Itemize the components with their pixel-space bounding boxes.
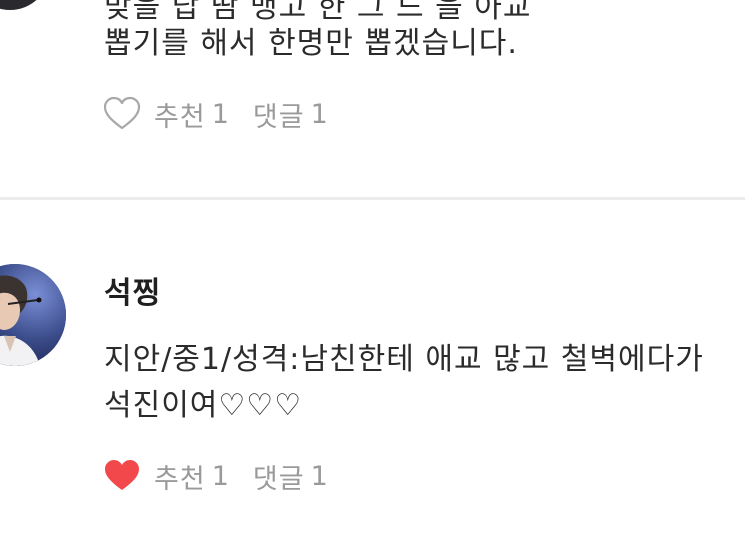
comment-list: 맞을 답 땀 맹고 한 그 드 을 아교 뽑기를 해서 한명만 뽑겠습니다. 추… [0,0,745,558]
like-count: 1 [211,98,229,130]
comment-actions: 추천 1 댓글 1 [102,456,352,496]
reply-label[interactable]: 댓글 [253,95,305,134]
comment-text-line-1: 지안/중1/성격:남친한테 애교 많고 철벽에다가 [104,342,704,377]
comment-text: 뽑기를 해서 한명만 뽑겠습니다. [104,26,518,61]
username[interactable]: 석찡 [104,268,161,312]
reply-count: 1 [310,98,328,130]
like-label[interactable]: 추천 [154,95,206,134]
reply-label[interactable]: 댓글 [253,457,305,496]
divider [0,197,745,200]
like-label[interactable]: 추천 [154,457,206,496]
comment-text-line-2: 석진이여♡♡♡ [104,388,303,423]
heart-outline-icon [103,96,141,130]
like-button[interactable] [102,94,142,134]
previous-comment: 맞을 답 땀 맹고 한 그 드 을 아교 뽑기를 해서 한명만 뽑겠습니다. 추… [0,0,745,197]
profile-photo [0,264,66,366]
like-count: 1 [211,460,229,492]
heart-filled-icon [105,460,139,490]
like-button[interactable] [102,456,142,496]
reply-count: 1 [310,460,328,492]
avatar[interactable] [0,264,66,366]
comment-actions: 추천 1 댓글 1 [102,94,352,134]
avatar[interactable] [0,0,50,10]
